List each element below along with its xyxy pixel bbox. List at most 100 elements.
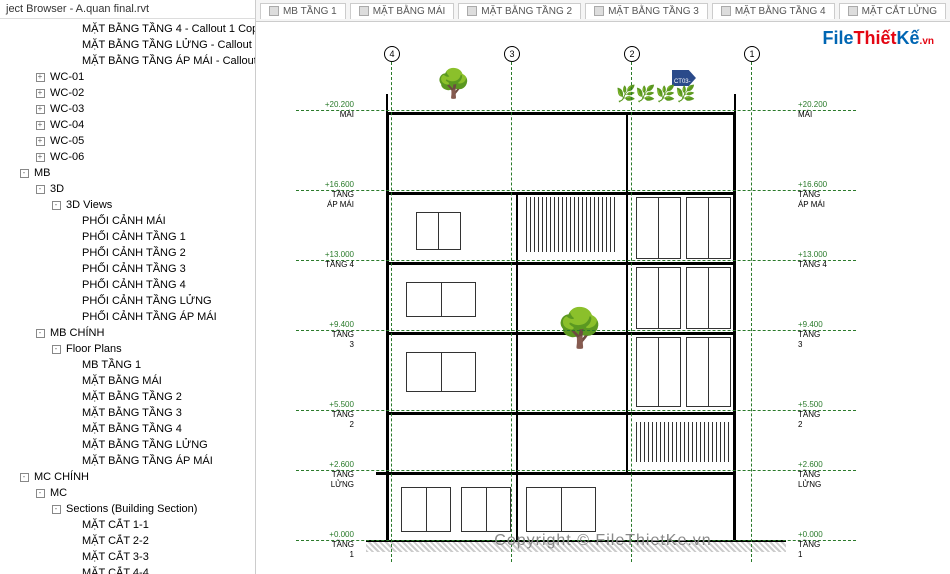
gridline: 1 xyxy=(751,62,752,562)
tree-item-label: PHỐI CẢNH TẦNG ÁP MÁI xyxy=(80,310,217,324)
level-label: +2.600TẦNG LỬNG xyxy=(798,460,823,490)
collapse-icon[interactable]: - xyxy=(34,183,46,195)
expand-icon[interactable]: + xyxy=(34,135,46,147)
tree-item[interactable]: PHỐI CẢNH TẦNG 3 xyxy=(0,261,255,277)
collapse-icon[interactable]: - xyxy=(50,199,62,211)
tab-label: MẶT BẰNG MÁI xyxy=(373,6,446,17)
tree-item[interactable]: +WC-06 xyxy=(0,149,255,165)
view-tab[interactable]: MẶT CẮT LỬNG xyxy=(839,3,946,19)
tree-item[interactable]: MẶT BẰNG TẦNG LỬNG xyxy=(0,437,255,453)
view-tab[interactable]: MB TẦNG 1 xyxy=(260,3,346,19)
tree-item[interactable]: -MC xyxy=(0,485,255,501)
view-tab[interactable]: MẶT BẰNG TẦNG 2 xyxy=(458,3,581,19)
level-label: +5.500TẦNG 2 xyxy=(329,400,354,430)
tree-item[interactable]: MẶT BẰNG TẦNG 4 xyxy=(0,421,255,437)
tree-item[interactable]: +WC-05 xyxy=(0,133,255,149)
project-browser-panel: ject Browser - A.quan final.rvt MẶT BẰNG… xyxy=(0,0,256,574)
tree-item[interactable]: MẶT BẰNG MÁI xyxy=(0,373,255,389)
tree-item[interactable]: -3D Views xyxy=(0,197,255,213)
level-line xyxy=(296,410,856,411)
tree-item-label: 3D xyxy=(48,182,64,196)
collapse-icon[interactable]: - xyxy=(18,471,30,483)
level-label: +16.600TẦNG ÁP MÁI xyxy=(325,180,354,210)
tree-item-label: 3D Views xyxy=(64,198,112,212)
panel-title: ject Browser - A.quan final.rvt xyxy=(0,0,255,19)
view-icon xyxy=(721,6,731,16)
level-line xyxy=(296,190,856,191)
tree-item[interactable]: +WC-03 xyxy=(0,101,255,117)
tree-item[interactable]: MẶT BẰNG TẦNG ÁP MÁI xyxy=(0,453,255,469)
tree-item[interactable]: MẶT BẰNG TẦNG 2 xyxy=(0,389,255,405)
level-label: +13.000TẦNG 4 xyxy=(325,250,354,270)
collapse-icon[interactable]: - xyxy=(18,167,30,179)
tab-label: MẶT BẰNG TẦNG 4 xyxy=(735,6,826,17)
tree-item[interactable]: MẶT CẮT 4-4 xyxy=(0,565,255,574)
view-icon xyxy=(269,6,279,16)
drawing-canvas[interactable]: FileThiếtKế.vn CT03-02 xyxy=(256,22,950,574)
tree-item[interactable]: +WC-02 xyxy=(0,85,255,101)
tree-item-label: MC xyxy=(48,486,67,500)
tree-item[interactable]: -MB CHÍNH xyxy=(0,325,255,341)
tree-item-label: PHỐI CẢNH TẦNG 3 xyxy=(80,262,186,276)
tree-item[interactable]: PHỐI CẢNH TẦNG LỬNG xyxy=(0,293,255,309)
grid-bubble: 1 xyxy=(744,46,760,62)
level-label: +13.000TẦNG 4 xyxy=(798,250,827,270)
expand-icon[interactable]: + xyxy=(34,119,46,131)
level-line xyxy=(296,110,856,111)
tree-item[interactable]: MẶT CẮT 1-1 xyxy=(0,517,255,533)
tree-item-label: MB xyxy=(32,166,51,180)
tree-item[interactable]: MẶT BẰNG TẦNG 3 xyxy=(0,405,255,421)
expand-icon[interactable]: + xyxy=(34,103,46,115)
expand-icon[interactable]: + xyxy=(34,71,46,83)
tree-item[interactable]: MB TẦNG 1 xyxy=(0,357,255,373)
tree-item[interactable]: -MB xyxy=(0,165,255,181)
tree-item[interactable]: PHỐI CẢNH TẦNG 1 xyxy=(0,229,255,245)
tree-item[interactable]: PHỐI CẢNH TẦNG 4 xyxy=(0,277,255,293)
tree-item[interactable]: +WC-04 xyxy=(0,117,255,133)
tree-item[interactable]: +WC-01 xyxy=(0,69,255,85)
view-tab[interactable]: MẶT BẰNG TẦNG 3 xyxy=(585,3,708,19)
watermark-logo: FileThiếtKế.vn xyxy=(823,28,934,49)
tree-item[interactable]: MẶT CẮT 2-2 xyxy=(0,533,255,549)
tree-item[interactable]: PHỐI CẢNH TẦNG ÁP MÁI xyxy=(0,309,255,325)
tree-item-label: PHỐI CẢNH TẦNG 2 xyxy=(80,246,186,260)
tree-item-label: Sections (Building Section) xyxy=(64,502,197,516)
tree-item[interactable]: -Floor Plans xyxy=(0,341,255,357)
collapse-icon[interactable]: - xyxy=(50,343,62,355)
tree-item-label: WC-01 xyxy=(48,70,84,84)
gridline: 2 xyxy=(631,62,632,562)
tree-item[interactable]: MẶT BẰNG TẦNG ÁP MÁI - Callout 1 Copy 1 xyxy=(0,53,255,69)
gridline: 4 xyxy=(391,62,392,562)
view-tab[interactable]: MẶT BẰNG TẦNG 4 xyxy=(712,3,835,19)
tree-item[interactable]: MẶT CẮT 3-3 xyxy=(0,549,255,565)
tree-item[interactable]: MẶT BẰNG TẦNG LỬNG - Callout 1 Copy 1 xyxy=(0,37,255,53)
grid-bubble: 2 xyxy=(624,46,640,62)
expand-icon[interactable]: + xyxy=(34,87,46,99)
level-line xyxy=(296,330,856,331)
project-tree: MẶT BẰNG TẦNG 4 - Callout 1 Copy 1MẶT BẰ… xyxy=(0,19,255,574)
tree-item[interactable]: -Sections (Building Section) xyxy=(0,501,255,517)
tree-item[interactable]: PHỐI CẢNH TẦNG 2 xyxy=(0,245,255,261)
tree-item-label: WC-04 xyxy=(48,118,84,132)
tab-label: MẶT BẰNG TẦNG 2 xyxy=(481,6,572,17)
tree-item-label: MẶT CẮT 3-3 xyxy=(80,550,149,564)
tree-item[interactable]: -3D xyxy=(0,181,255,197)
tree-item-label: MẶT CẮT 4-4 xyxy=(80,566,149,574)
collapse-icon[interactable]: - xyxy=(50,503,62,515)
tree-item-label: MẶT BẰNG TẦNG 4 xyxy=(80,422,182,436)
view-icon xyxy=(467,6,477,16)
tree-item[interactable]: -MC CHÍNH xyxy=(0,469,255,485)
tree-item[interactable]: MẶT BẰNG TẦNG 4 - Callout 1 Copy 1 xyxy=(0,21,255,37)
level-label: +0.000TẦNG 1 xyxy=(329,530,354,560)
expand-icon[interactable]: + xyxy=(34,151,46,163)
collapse-icon[interactable]: - xyxy=(34,327,46,339)
tree-item-label: WC-06 xyxy=(48,150,84,164)
tree-item-label: WC-02 xyxy=(48,86,84,100)
view-tab[interactable]: MẶT BẰNG MÁI xyxy=(350,3,455,19)
collapse-icon[interactable]: - xyxy=(34,487,46,499)
tree-item-label: MẶT CẮT 2-2 xyxy=(80,534,149,548)
tree-item-label: MẶT BẰNG TẦNG LỬNG xyxy=(80,438,208,452)
level-line xyxy=(296,260,856,261)
tree-item[interactable]: PHỐI CẢNH MÁI xyxy=(0,213,255,229)
level-label: +9.400TẦNG 3 xyxy=(798,320,823,350)
